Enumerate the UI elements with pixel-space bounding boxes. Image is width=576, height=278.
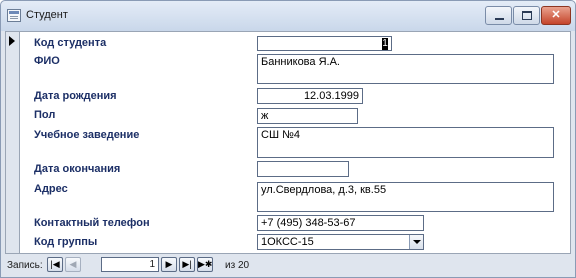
group-combo[interactable]: 1ОКСС-15 xyxy=(257,234,424,250)
new-record-icon: ▶✱ xyxy=(198,259,213,269)
last-record-button[interactable]: ▶| xyxy=(179,257,195,272)
record-of-label: из xyxy=(225,260,236,271)
chevron-down-icon[interactable] xyxy=(409,235,423,249)
minimize-button[interactable] xyxy=(485,6,512,25)
minimize-icon xyxy=(495,18,504,20)
previous-record-icon: ◀ xyxy=(69,259,77,269)
end-date-label: Дата окончания xyxy=(34,163,121,175)
current-record-input[interactable]: 1 xyxy=(101,257,159,272)
record-total: 20 xyxy=(238,260,250,271)
form-icon xyxy=(7,9,21,22)
address-label: Адрес xyxy=(34,183,68,195)
student-id-label: Код студента xyxy=(34,37,107,49)
first-record-button[interactable]: |◀ xyxy=(47,257,63,272)
gender-label: Пол xyxy=(34,109,56,121)
school-label: Учебное заведение xyxy=(34,129,140,141)
next-record-button[interactable]: ▶ xyxy=(161,257,177,272)
form-body: Код студента 1 ФИО Банникова Я.А. Дата р… xyxy=(5,31,571,254)
gender-field[interactable]: ж xyxy=(257,108,358,124)
current-record-arrow-icon xyxy=(9,36,15,46)
last-record-icon: ▶| xyxy=(182,259,192,269)
next-record-icon: ▶ xyxy=(165,259,173,269)
new-record-button[interactable]: ▶✱ xyxy=(197,257,213,272)
record-navigation-bar: Запись: |◀ ◀ 1 ▶ ▶| ▶✱ из 20 xyxy=(5,255,571,277)
maximize-icon xyxy=(522,11,532,20)
phone-field[interactable]: +7 (495) 348-53-67 xyxy=(257,215,424,231)
name-field[interactable]: Банникова Я.А. xyxy=(257,54,554,84)
maximize-button[interactable] xyxy=(513,6,540,25)
first-record-icon: |◀ xyxy=(50,259,60,269)
previous-record-button[interactable]: ◀ xyxy=(65,257,81,272)
record-selector[interactable] xyxy=(6,32,20,253)
window-title: Студент xyxy=(26,9,68,21)
group-label: Код группы xyxy=(34,236,98,248)
record-label: Запись: xyxy=(7,260,43,271)
title-bar[interactable]: Студент ✕ xyxy=(1,1,575,31)
birth-date-label: Дата рождения xyxy=(34,90,117,102)
group-combo-value: 1ОКСС-15 xyxy=(261,236,314,248)
address-field[interactable]: ул.Свердлова, д.3, кв.55 xyxy=(257,182,554,212)
student-id-value: 1 xyxy=(382,38,388,50)
phone-label: Контактный телефон xyxy=(34,217,150,229)
school-field[interactable]: СШ №4 xyxy=(257,127,554,158)
close-button[interactable]: ✕ xyxy=(541,6,571,25)
name-label: ФИО xyxy=(34,55,60,67)
student-id-field[interactable]: 1 xyxy=(257,36,392,51)
end-date-field[interactable] xyxy=(257,161,349,177)
student-form-window: Студент ✕ Код студента 1 ФИО Банникова Я… xyxy=(0,0,576,278)
birth-date-field[interactable]: 12.03.1999 xyxy=(257,88,363,104)
close-icon: ✕ xyxy=(551,9,561,21)
